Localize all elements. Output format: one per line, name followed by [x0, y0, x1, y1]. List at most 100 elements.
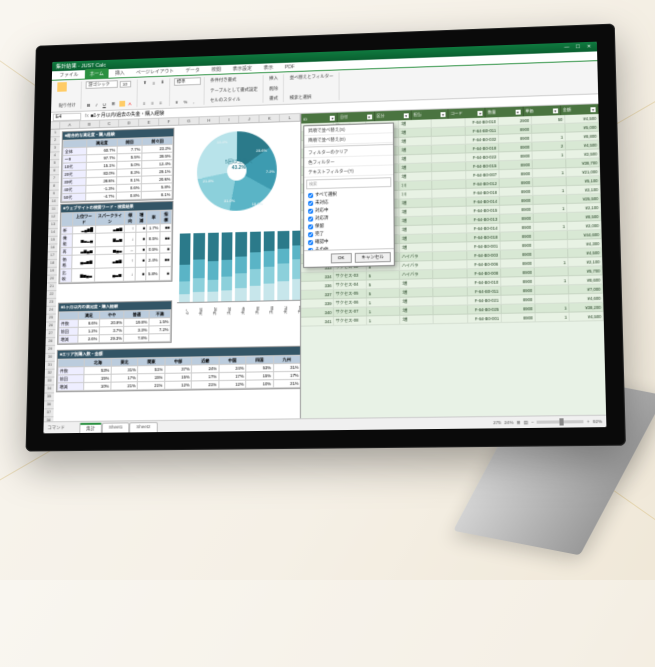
filter-arrow-icon[interactable]: ▾	[441, 112, 446, 117]
paste-icon	[57, 82, 67, 92]
filter-col[interactable]: コード▾	[448, 108, 485, 119]
font-size-dropdown[interactable]: 10	[120, 80, 132, 87]
summary-table-2: ■ウェブサイトの検索ワード・検索結果 上位ワードスパークライン傾向増減率指標新▂…	[58, 201, 173, 284]
filter-arrow-icon[interactable]: ▾	[403, 113, 408, 118]
table-row[interactable]: 333サクセス-025 ハイバラ F-64-B0-00689001¥2,100	[301, 257, 602, 273]
filter-arrow-icon[interactable]: ▾	[553, 108, 558, 113]
chk-3[interactable]	[308, 216, 313, 221]
align-middle-button[interactable]: ≡	[150, 79, 156, 86]
filter-arrow-icon[interactable]: ▾	[590, 107, 595, 112]
zoom-out-button[interactable]: −	[531, 420, 534, 425]
chk-4[interactable]	[308, 224, 313, 229]
table-row[interactable]: 341サクセス-081 :増 F-64-B0-00189001¥4,500	[301, 312, 604, 327]
bold-button[interactable]: B	[85, 101, 92, 108]
tab-insert[interactable]: 挿入	[110, 68, 129, 78]
chk-5[interactable]	[308, 232, 313, 237]
minimize-button[interactable]: —	[563, 44, 571, 51]
formula-input[interactable]: ■1ヶ月以内/過去の失金・購入経験	[91, 110, 165, 119]
zoom-in-button[interactable]: +	[587, 419, 590, 424]
percent-button[interactable]: %	[182, 99, 190, 106]
align-left-button[interactable]: ≡	[141, 100, 147, 107]
table-row[interactable]: 327野川ユカ-136 :増 F-64-B0-01489001¥2,000	[301, 221, 601, 237]
sort-filter-button[interactable]: 並べ替えとフィルター	[288, 72, 336, 81]
tab-data[interactable]: データ	[181, 65, 205, 75]
italic-button[interactable]: I	[94, 101, 99, 108]
conditional-format-button[interactable]: 条件付き書式	[208, 75, 259, 84]
filter-col[interactable]: 単価▾	[523, 105, 561, 116]
filter-arrow-icon[interactable]: ▾	[478, 110, 483, 115]
summary-table-4: ■エリア別購入数・金額 北海東北関東中部近畿中国四国九州件数53%31%51%3…	[56, 346, 300, 393]
tab-pagelayout[interactable]: ページレイアウト	[131, 66, 179, 77]
tab-display-settings[interactable]: 表示設定	[228, 63, 257, 74]
insert-cells-button[interactable]: 挿入	[267, 74, 280, 82]
name-box[interactable]: E4	[53, 112, 82, 121]
fx-icon[interactable]: fx	[85, 113, 89, 119]
tab-review[interactable]: 校閲	[207, 64, 226, 74]
filter-search-input[interactable]: 検索	[306, 177, 391, 189]
table-row[interactable]: 336サクセス-045 :増 F-64-B0-01089001¥8,600	[301, 275, 603, 290]
table-row[interactable]: 339サクセス-061 :増 F-64-B0-0218900¥4,600	[301, 294, 603, 309]
table-row[interactable]: 334サクセス-035 ハイバラ F-64-B0-0088900¥5,700	[301, 266, 603, 282]
maximize-button[interactable]: ☐	[574, 44, 582, 51]
sheet-tab-1[interactable]: Sheet1	[102, 422, 130, 432]
summary-table-1: ■総合的な満足度・購入経験 満足度前回前々回全体60.7%7.7%23.2%～9…	[60, 128, 174, 203]
filter-arrow-icon[interactable]: ▾	[515, 109, 520, 114]
table-row[interactable]: 330野川ユカ-156 :増 F-64-B0-0018900¥4,300	[301, 239, 602, 255]
close-button[interactable]: ✕	[585, 43, 593, 50]
tab-view[interactable]: 表示	[259, 62, 278, 72]
chk-all[interactable]	[308, 193, 313, 198]
pie-center-value: 43.2%	[225, 165, 252, 172]
paste-button[interactable]: 貼り付け	[57, 101, 78, 109]
pie-graphic: 13.4% 23.6% 21.8% 31.0% 10.0% 7.2%	[197, 130, 277, 212]
align-top-button[interactable]: ⬆	[141, 79, 149, 87]
filter-col[interactable]: 金額▾	[561, 104, 599, 115]
border-button[interactable]: ⊞	[110, 100, 118, 108]
text-filter-item[interactable]: テキストフィルター(T)	[304, 165, 393, 177]
delete-cells-button[interactable]: 削除	[267, 84, 280, 92]
chk-6[interactable]	[308, 240, 313, 245]
filter-arrow-icon[interactable]: ▾	[330, 115, 335, 120]
filter-col[interactable]: 数量▾	[486, 107, 524, 118]
chk-7[interactable]	[308, 248, 313, 251]
filter-arrow-icon[interactable]: ▾	[367, 114, 372, 119]
align-right-button[interactable]: ≡	[157, 99, 163, 106]
font-color-button[interactable]: A	[127, 100, 134, 107]
filter-cancel-button[interactable]: キャンセル	[354, 252, 391, 263]
sheet-tab-2[interactable]: Sheet2	[129, 422, 157, 432]
table-row[interactable]: 337サクセス-055 :増 F-64-B0-0118900¥7,000	[301, 285, 603, 300]
currency-button[interactable]: ¥	[174, 99, 180, 106]
number-format-dropdown[interactable]: 標準	[174, 77, 201, 86]
chk-1[interactable]	[308, 200, 313, 205]
fill-color-button[interactable]	[119, 101, 125, 107]
underline-button[interactable]: U	[101, 101, 108, 108]
zoom-slider[interactable]	[537, 420, 584, 424]
table-format-button[interactable]: テーブルとして書式設定	[208, 85, 259, 94]
pie-chart: 13.4% 23.6% 21.8% 31.0% 10.0% 7.2% 5回以上購…	[178, 130, 295, 225]
cells-area[interactable]: ■総合的な満足度・購入経験 満足度前回前々回全体60.7%7.7%23.2%～9…	[53, 122, 300, 422]
status-avg: 24%	[504, 420, 513, 425]
data-table-pane: ID▾日付▾区分▾担当▾コード▾数量▾単価▾金額▾ 昇順で並べ替え(S) 降順で…	[300, 104, 606, 418]
table-row[interactable]: 328野川ユカ-146 :増 F-64-B0-0188900¥44,600	[301, 230, 602, 246]
cell-style-button[interactable]: セルのスタイル	[208, 95, 259, 104]
chk-2[interactable]	[308, 208, 313, 213]
find-select-button[interactable]: 検索と選択	[288, 93, 336, 102]
zoom-level[interactable]: 92%	[593, 419, 603, 424]
font-name-dropdown[interactable]: 游ゴシック	[86, 80, 118, 89]
bar-chart: ～910代20代30代40代50代60代70代80代	[177, 227, 301, 328]
view-page-icon[interactable]: ▤	[524, 419, 529, 425]
align-center-button[interactable]: ≡	[149, 100, 155, 107]
status-ready: コマンド	[47, 425, 65, 431]
filter-ok-button[interactable]: OK	[331, 253, 351, 263]
tab-pdf[interactable]: PDF	[280, 62, 299, 71]
status-count: 275	[493, 420, 501, 425]
table-row[interactable]: 340サクセス-071 :増 F-64-B0-02589001¥38,200	[301, 303, 604, 318]
align-bottom-button[interactable]: ⬇	[159, 79, 167, 87]
tab-home[interactable]: ホーム	[85, 68, 109, 78]
tab-file[interactable]: ファイル	[55, 69, 83, 79]
comma-button[interactable]: ,	[191, 98, 196, 105]
table-row[interactable]: 332サクセス-015 ハイバラ F-64-B0-0038900¥4,500	[301, 248, 602, 264]
summary-table-3: ■1ヶ月以内の満足度・購入経験 満足やや普通不満件数6.6%20.9%19.8%…	[57, 300, 172, 345]
view-normal-icon[interactable]: ⊞	[517, 419, 521, 425]
sheet-tab-0[interactable]: 集計	[79, 422, 102, 432]
format-cells-button[interactable]: 書式	[267, 95, 280, 103]
